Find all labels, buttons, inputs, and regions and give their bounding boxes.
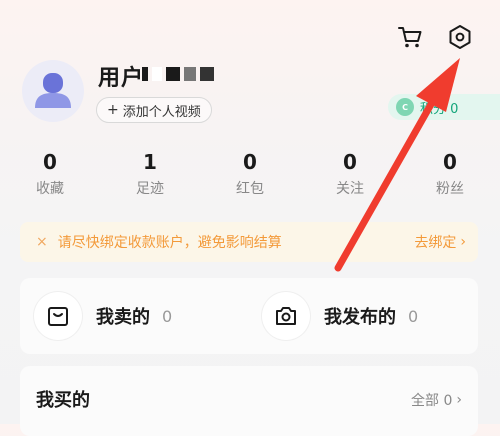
published-count: 0 (408, 306, 419, 326)
stat-label: 粉丝 (436, 181, 464, 197)
username-redaction (142, 66, 216, 82)
plus-icon: + (107, 102, 119, 118)
settings-button[interactable] (443, 20, 477, 54)
cart-button[interactable] (393, 20, 427, 54)
bind-now-label: 去绑定 (414, 235, 457, 251)
points-label: 积分 0 (420, 101, 459, 117)
selling-card: 我卖的 0 我发布的 0 (20, 278, 478, 354)
username: 用户 (98, 66, 145, 91)
published-entry[interactable]: 我发布的 0 (262, 292, 418, 340)
purchases-title: 我买的 (36, 390, 90, 411)
add-video-button[interactable]: + 添加个人视频 (96, 97, 212, 123)
stat-value: 1 (143, 150, 157, 174)
sold-entry[interactable]: 我卖的 0 (34, 292, 172, 340)
stat-favorites[interactable]: 0 收藏 (0, 148, 100, 204)
stats-row: 0 收藏 1 足迹 0 红包 0 关注 0 粉丝 (0, 148, 500, 204)
chevron-right-icon: › (460, 234, 466, 250)
stat-footprints[interactable]: 1 足迹 (100, 148, 200, 204)
stat-value: 0 (43, 150, 57, 174)
banner-text: 请尽快绑定收款账户，避免影响结算 (57, 235, 282, 251)
stat-label: 收藏 (36, 181, 64, 197)
camera-icon-wrapper (262, 292, 310, 340)
purchases-all-label: 全部 0 (411, 393, 453, 409)
stat-followers[interactable]: 0 粉丝 (400, 148, 500, 204)
shopping-bag-icon (48, 307, 68, 326)
sold-label: 我卖的 (96, 307, 150, 328)
add-video-label: 添加个人视频 (122, 104, 201, 120)
stat-label: 足迹 (136, 181, 164, 197)
stat-value: 0 (443, 150, 457, 174)
camera-icon (276, 307, 296, 325)
settings-hex-icon (449, 25, 471, 49)
purchases-card: 我买的 全部 0 › (20, 366, 478, 436)
stat-label: 红包 (236, 181, 264, 197)
close-icon[interactable]: × (36, 234, 48, 250)
annotation-arrow-icon (334, 58, 460, 272)
bag-icon-wrapper (34, 292, 82, 340)
default-avatar-icon (35, 73, 71, 108)
stat-label: 关注 (336, 181, 364, 197)
avatar[interactable] (22, 60, 84, 122)
stat-value: 0 (343, 150, 357, 174)
sold-count: 0 (162, 306, 173, 326)
bind-account-banner: × 请尽快绑定收款账户，避免影响结算 去绑定 › (20, 222, 478, 262)
points-badge[interactable]: C 积分 0 (388, 94, 500, 120)
shopping-cart-icon (398, 27, 422, 48)
stat-red-packets[interactable]: 0 红包 (200, 148, 300, 204)
published-label: 我发布的 (324, 307, 396, 328)
purchases-all-link[interactable]: 全部 0 › (411, 390, 462, 410)
stat-following[interactable]: 0 关注 (300, 148, 400, 204)
coin-icon: C (396, 98, 414, 116)
chevron-right-icon: › (456, 392, 462, 408)
stat-value: 0 (243, 150, 257, 174)
bind-now-link[interactable]: 去绑定 › (414, 232, 466, 252)
